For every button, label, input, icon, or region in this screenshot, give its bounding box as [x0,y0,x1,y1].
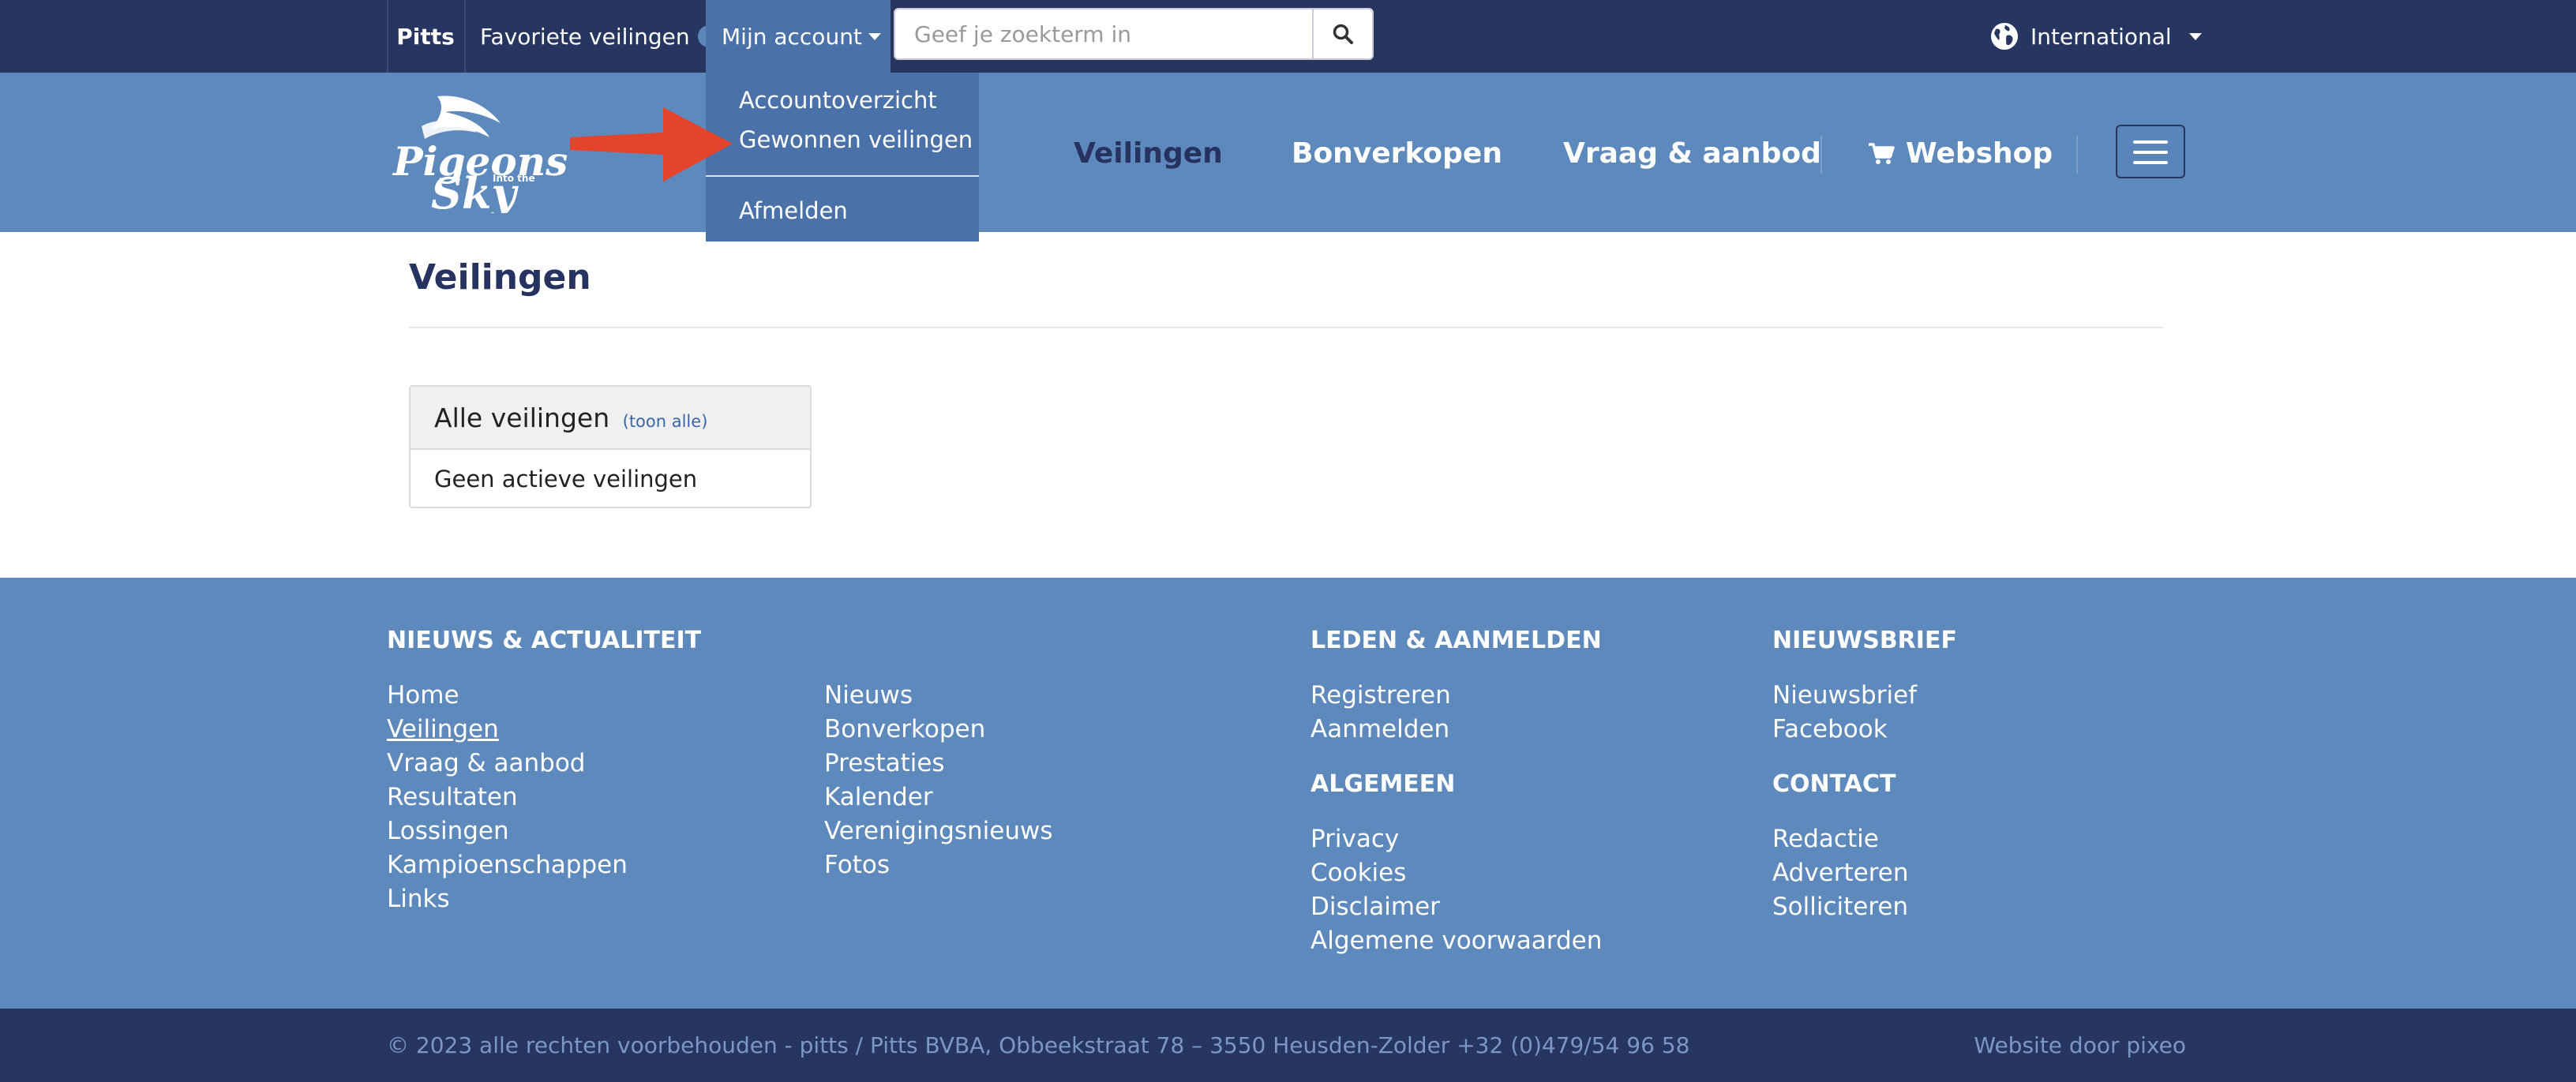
divider [409,327,2163,328]
panel-header: Alle veilingen (toon alle) [411,387,810,450]
webshop-label: Webshop [1906,137,2053,170]
user-name-link[interactable]: Pitts [387,0,464,73]
main-header [0,73,2576,232]
footer-link[interactable]: Fotos [824,848,1053,882]
nav-item-bonverkopen[interactable]: Bonverkopen [1292,137,1502,170]
search-icon [1333,24,1353,44]
globe-icon [1991,23,2018,50]
auctions-panel: Alle veilingen (toon alle) Geen actieve … [409,385,812,508]
page-title: Veilingen [409,257,591,298]
footer-link[interactable]: Registreren [1310,679,1451,713]
footer-link[interactable]: Cookies [1310,856,1602,890]
footer-link[interactable]: Home [387,679,628,713]
logo-text-sky: Sky [431,168,519,213]
search-input[interactable] [895,9,1314,58]
footer-links-newsletter: Nieuwsbrief Facebook [1772,679,1917,747]
search-box [894,8,1374,60]
footer-link[interactable]: Kampioenschappen [387,848,628,882]
footer-link[interactable]: Verenigingsnieuws [824,814,1053,848]
footer: NIEUWS & ACTUALITEIT Home Veilingen Vraa… [0,578,2576,1009]
account-menu-toggle[interactable]: Mijn account [706,0,891,73]
favorites-label: Favoriete veilingen [480,23,690,50]
footer-link[interactable]: Vraag & aanbod [387,747,628,781]
divider [1820,136,1822,174]
nav-item-veilingen[interactable]: Veilingen [1074,137,1223,170]
shopping-cart-icon [1869,142,1895,164]
nav-item-webshop[interactable]: Webshop [1868,137,2053,170]
hamburger-menu-button[interactable] [2116,125,2185,178]
divider [2076,136,2078,174]
footer-links-general: Privacy Cookies Disclaimer Algemene voor… [1310,822,1602,958]
logo[interactable]: Pigeons Into the Sky [390,93,583,219]
panel-title-text: Alle veilingen [434,402,610,433]
footer-links-col1: Home Veilingen Vraag & aanbod Resultaten… [387,679,628,916]
footer-link[interactable]: Links [387,882,628,916]
footer-link[interactable]: Veilingen [387,713,628,747]
footer-link[interactable]: Prestaties [824,747,1053,781]
menu-item-afmelden[interactable]: Afmelden [739,197,848,224]
copyright-text: © 2023 alle rechten voorbehouden - pitts… [387,1032,1690,1058]
footer-link[interactable]: Privacy [1310,822,1602,856]
footer-heading-general: ALGEMEEN [1310,770,1456,798]
region-selector[interactable]: International [1989,0,2202,73]
search-button[interactable] [1312,9,1372,58]
menu-divider [706,175,979,177]
menu-bar [2133,151,2168,154]
footer-heading-newsletter: NIEUWSBRIEF [1772,627,1957,654]
account-label: Mijn account [722,23,862,50]
footer-links-members: Registreren Aanmelden [1310,679,1451,747]
footer-link[interactable]: Adverteren [1772,856,1909,890]
footer-links-col2: Nieuws Bonverkopen Prestaties Kalender V… [824,679,1053,882]
footer-link[interactable]: Kalender [824,781,1053,814]
menu-bar [2133,140,2168,144]
footer-link[interactable]: Lossingen [387,814,628,848]
footer-link[interactable]: Nieuws [824,679,1053,713]
menu-item-accountoverzicht[interactable]: Accountoverzicht [739,87,937,114]
footer-link[interactable]: Aanmelden [1310,713,1451,747]
caret-down-icon [868,32,881,40]
footer-heading-contact: CONTACT [1772,770,1896,798]
region-label: International [2030,23,2172,50]
empty-state-text: Geen actieve veilingen [434,466,698,492]
caret-down-icon [2188,32,2202,40]
footer-link[interactable]: Bonverkopen [824,713,1053,747]
favorites-link[interactable]: Favoriete veilingen 0 [480,0,727,73]
footer-link[interactable]: Redactie [1772,822,1909,856]
pigeons-into-the-sky-logo: Pigeons Into the Sky [392,95,568,219]
panel-title: Alle veilingen (toon alle) [434,402,707,433]
bottom-bar: © 2023 alle rechten voorbehouden - pitts… [0,1009,2576,1082]
footer-link[interactable]: Solliciteren [1772,890,1909,924]
footer-link[interactable]: Facebook [1772,713,1917,747]
footer-links-contact: Redactie Adverteren Solliciteren [1772,822,1909,924]
annotation-arrow-icon [570,107,733,182]
credit-link[interactable]: Website door pixeo [1974,1032,2186,1058]
footer-link[interactable]: Resultaten [387,781,628,814]
menu-item-gewonnen-veilingen[interactable]: Gewonnen veilingen [739,126,973,153]
footer-link[interactable]: Algemene voorwaarden [1310,924,1602,958]
top-bar: Pitts Favoriete veilingen 0 Mijn account… [0,0,2576,73]
show-all-link[interactable]: (toon alle) [623,412,708,431]
menu-bar [2133,161,2168,164]
nav-item-vraag-aanbod[interactable]: Vraag & aanbod [1563,137,1821,170]
divider [464,0,466,73]
account-dropdown-menu: Accountoverzicht Gewonnen veilingen Afme… [706,73,979,241]
footer-heading-news: NIEUWS & ACTUALITEIT [387,627,702,654]
footer-link[interactable]: Nieuwsbrief [1772,679,1917,713]
footer-link[interactable]: Disclaimer [1310,890,1602,924]
footer-heading-members: LEDEN & AANMELDEN [1310,627,1602,654]
